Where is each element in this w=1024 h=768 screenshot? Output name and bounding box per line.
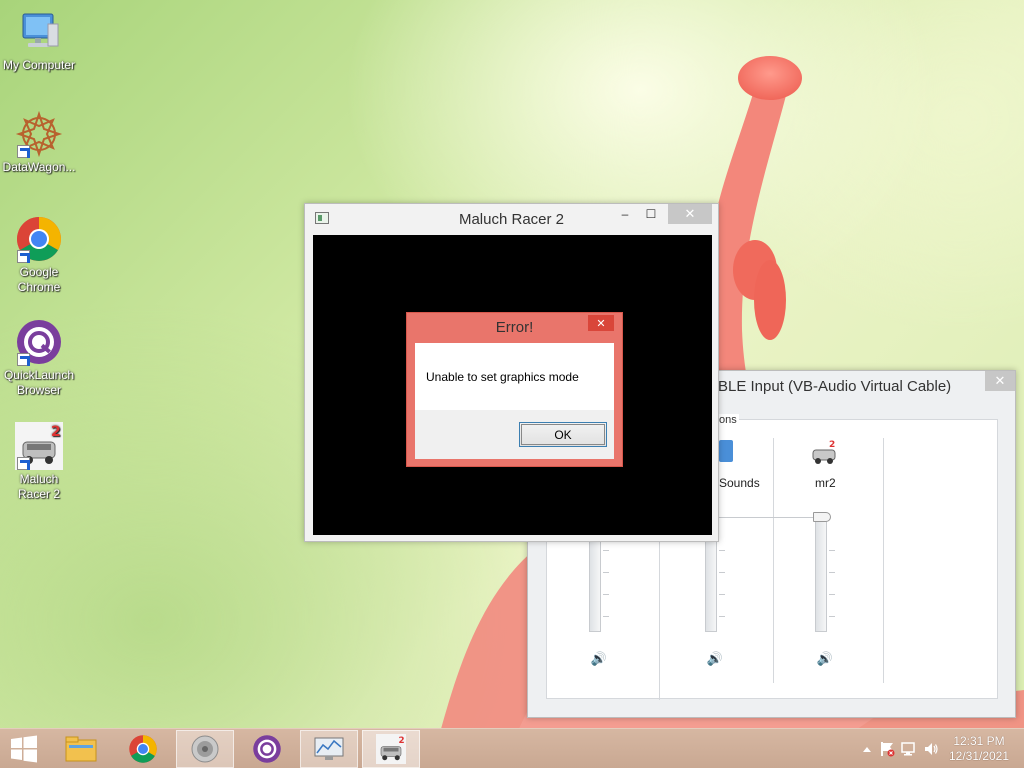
speaker-icon: 🔊 [706,651,724,666]
desktop-icon-datawagon[interactable]: DataWagon... [0,110,78,175]
mute-button[interactable]: 🔊 [705,650,725,668]
error-dialog-titlebar[interactable]: Error! ✕ [407,313,622,342]
slider-ticks [603,550,609,630]
folder-icon [65,736,97,762]
taskbar-quicklaunch[interactable] [238,730,296,768]
svg-text:2: 2 [51,424,61,440]
chrome-icon [129,735,157,763]
desktop-icon-label: QuickLaunch Browser [3,368,75,397]
chevron-up-icon [863,746,871,752]
shortcut-arrow-icon [17,457,30,470]
desktop-icon-quicklaunch[interactable]: QuickLaunch Browser [0,318,78,398]
close-icon: ✕ [596,317,606,330]
ok-button[interactable]: OK [519,422,607,447]
volume-slider-3[interactable] [813,512,831,632]
close-button[interactable]: ✕ [588,315,614,331]
desktop-icon-google-chrome[interactable]: Google Chrome [0,215,78,295]
channel-divider [773,438,774,683]
desktop-icon-label: My Computer [2,58,76,72]
svg-text:2: 2 [399,736,405,746]
action-center-icon[interactable] [876,729,898,768]
close-icon: ✕ [994,373,1006,388]
volume-slider-1[interactable] [589,540,601,632]
show-desktop-button[interactable] [1016,729,1024,768]
speaker-icon [191,735,219,763]
close-button[interactable]: ✕ [985,371,1015,391]
dialog-footer: OK [415,410,614,459]
speaker-icon: 🔊 [590,651,608,666]
quicklaunch-icon [253,735,281,763]
minimize-icon: – [621,207,629,221]
slider-thumb[interactable] [813,512,831,522]
taskbar-sound[interactable] [176,730,234,768]
channel-label: Sounds [719,476,760,490]
system-tray: 12:31 PM 12/31/2021 [858,729,1024,768]
system-sounds-icon [719,440,733,462]
dialog-title: Error! [495,319,534,336]
game-window-titlebar[interactable]: Maluch Racer 2 – ☐ ✕ [305,204,718,234]
monitor-icon [314,737,344,760]
start-button[interactable] [0,730,48,768]
mixer-section-label: ons [717,414,739,426]
quicklaunch-icon [15,318,63,366]
shortcut-arrow-icon [17,250,30,263]
taskbar-chrome[interactable] [114,730,172,768]
slider-ticks [829,550,835,630]
taskbar-maluch-racer[interactable]: 2 [362,730,420,768]
tray-overflow-button[interactable] [858,729,876,768]
minimize-button[interactable]: – [612,204,638,224]
maluch-racer-icon: 2 [376,734,406,764]
desktop-icon-label: Maluch Racer 2 [17,472,61,501]
error-message: Unable to set graphics mode [426,369,579,384]
window-title: Maluch Racer 2 [458,210,565,228]
app-window-icon [315,212,329,224]
computer-icon [15,8,63,56]
slider-ticks [719,550,725,630]
taskbar: 2 12:31 PM 12/31/2021 [0,728,1024,768]
chrome-icon [15,215,63,263]
channel-divider [883,438,884,683]
desktop-icon-label: DataWagon... [2,160,76,174]
desktop-icon-label: Google Chrome [17,265,61,294]
channel-label: mr2 [815,476,836,490]
mr2-app-icon: 2 [811,438,837,466]
maximize-button[interactable]: ☐ [638,204,664,224]
close-button[interactable]: ✕ [668,204,712,224]
datawagon-icon [15,110,63,158]
close-icon: ✕ [684,206,696,221]
window-title: BLE Input (VB-Audio Virtual Cable) [718,377,952,395]
desktop-icon-my-computer[interactable]: My Computer [0,8,78,73]
mute-button[interactable]: 🔊 [815,650,835,668]
volume-slider-2[interactable] [705,540,717,632]
shortcut-arrow-icon [17,353,30,366]
svg-text:2: 2 [829,440,835,450]
maluch-racer-icon: 2 [15,422,63,470]
windows-logo-icon [11,735,37,763]
mute-button[interactable]: 🔊 [589,650,609,668]
clock[interactable]: 12:31 PM 12/31/2021 [942,734,1016,764]
volume-icon[interactable] [920,729,942,768]
clock-time: 12:31 PM [953,734,1005,748]
shortcut-arrow-icon [17,145,30,158]
clock-date: 12/31/2021 [948,749,1010,763]
desktop-icon-maluch-racer[interactable]: 2 Maluch Racer 2 [0,422,78,502]
taskbar-monitor[interactable] [300,730,358,768]
dialog-body: Unable to set graphics mode [415,343,614,410]
error-dialog[interactable]: Error! ✕ Unable to set graphics mode OK [406,312,623,467]
network-icon[interactable] [898,729,920,768]
maximize-icon: ☐ [645,207,657,221]
speaker-icon: 🔊 [816,651,834,666]
taskbar-file-explorer[interactable] [52,730,110,768]
slider-link-line [719,517,827,518]
